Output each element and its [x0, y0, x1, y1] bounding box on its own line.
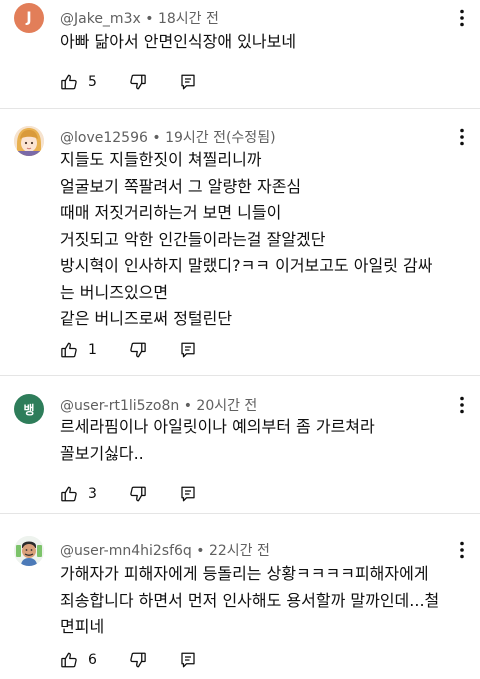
like-count: 6 — [88, 652, 97, 668]
reply-icon — [181, 74, 195, 90]
reply-icon — [181, 342, 195, 358]
comment-actions: 6 — [60, 648, 197, 672]
thumbs-down-icon — [130, 342, 146, 358]
comment-line: 지들도 지들한짓이 쳐찔리니까 — [60, 150, 262, 169]
like-button[interactable]: 1 — [60, 341, 97, 359]
thumbs-up-icon — [61, 342, 77, 358]
more-options-button[interactable] — [450, 125, 474, 149]
like-button[interactable]: 6 — [60, 651, 97, 669]
comment-line: 르세라핌이나 아일릿이나 예의부터 좀 가르쳐라 — [60, 417, 375, 436]
comment: J @Jake_m3x • 18시간 전 아빠 닮아서 안면인식장애 있나보네 … — [0, 0, 480, 108]
comment-line: 얼굴보기 쪽팔려서 그 알량한 자존심 — [60, 176, 302, 196]
thumbs-down-icon — [130, 486, 146, 502]
dislike-button[interactable] — [129, 341, 147, 359]
more-options-button[interactable] — [450, 6, 474, 30]
like-button[interactable]: 3 — [60, 485, 97, 503]
comment-line: 가해자가 피해자에게 등돌리는 상황ㅋㅋㅋㅋ피해자에게 — [60, 564, 429, 583]
comment-text: 지들도 지들한짓이 쳐찔리니까 얼굴보기 쪽팔려서 그 알량한 자존심 때매 저… — [60, 147, 460, 333]
dislike-button[interactable] — [129, 651, 147, 669]
comment-line: 면피네 — [60, 617, 105, 636]
comment-line: 는 버니즈있으면 — [60, 282, 169, 302]
comment-line: 꼴보기싫다.. — [60, 443, 144, 463]
avatar-letter: J — [26, 10, 32, 26]
reply-button[interactable] — [179, 73, 197, 91]
more-vert-icon — [460, 396, 464, 414]
comment-line: 거짓되고 악한 인간들이라는걸 잘알겠단 — [60, 229, 326, 249]
timestamp[interactable]: 19시간 전(수정됨) — [165, 130, 275, 146]
avatar-image — [14, 126, 44, 156]
more-vert-icon — [460, 128, 464, 146]
reply-icon — [181, 652, 195, 668]
comment-line: 방시혁이 인사하지 말랬디?ㅋㅋ 이거보고도 아일릿 감싸 — [60, 256, 433, 275]
avatar-image — [14, 536, 44, 566]
avatar[interactable]: J — [14, 3, 44, 33]
comment-meta: @user-rt1li5zo8n • 20시간 전 — [60, 395, 257, 415]
like-count: 3 — [88, 486, 97, 502]
thumbs-up-icon — [61, 652, 77, 668]
comment: @love12596 • 19시간 전(수정됨) 지들도 지들한짓이 쳐찔리니까… — [0, 109, 480, 375]
comment-text: 르세라핌이나 아일릿이나 예의부터 좀 가르쳐라 꼴보기싫다.. — [60, 414, 460, 467]
timestamp[interactable]: 22시간 전 — [209, 543, 270, 559]
comment-line: 아빠 닮아서 안면인식장애 있나보네 — [60, 32, 297, 51]
comment-line: 죄송합니다 하면서 먼저 인사해도 용서할까 말까인데...철 — [60, 590, 440, 610]
author-name[interactable]: @Jake_m3x — [60, 11, 141, 27]
comment-line: 같은 버니즈로써 정털린단 — [60, 309, 233, 328]
author-name[interactable]: @user-mn4hi2sf6q — [60, 543, 192, 559]
comment-text: 아빠 닮아서 안면인식장애 있나보네 — [60, 29, 460, 56]
meta-separator: • — [196, 543, 209, 559]
meta-separator: • — [183, 398, 197, 414]
meta-separator: • — [152, 130, 166, 146]
thumbs-up-icon — [61, 74, 77, 90]
comment: @user-mn4hi2sf6q • 22시간 전 가해자가 피해자에게 등돌리… — [0, 514, 480, 679]
reply-button[interactable] — [179, 341, 197, 359]
comment-actions: 5 — [60, 70, 197, 94]
like-button[interactable]: 5 — [60, 73, 97, 91]
comment: 뱅 @user-rt1li5zo8n • 20시간 전 르세라핌이나 아일릿이나… — [0, 376, 480, 513]
avatar[interactable] — [14, 126, 44, 156]
timestamp[interactable]: 18시간 전 — [158, 11, 219, 27]
avatar[interactable]: 뱅 — [14, 394, 44, 424]
comment-actions: 1 — [60, 338, 197, 362]
thumbs-up-icon — [61, 486, 77, 502]
author-name[interactable]: @user-rt1li5zo8n — [60, 398, 179, 414]
comment-meta: @love12596 • 19시간 전(수정됨) — [60, 127, 276, 147]
comment-meta: @user-mn4hi2sf6q • 22시간 전 — [60, 540, 270, 560]
avatar-letter: 뱅 — [23, 402, 35, 417]
dislike-button[interactable] — [129, 73, 147, 91]
timestamp[interactable]: 20시간 전 — [196, 398, 257, 414]
reply-icon — [181, 486, 195, 502]
comment-meta: @Jake_m3x • 18시간 전 — [60, 8, 219, 28]
avatar[interactable] — [14, 536, 44, 566]
comment-text: 가해자가 피해자에게 등돌리는 상황ㅋㅋㅋㅋ피해자에게 죄송합니다 하면서 먼저… — [60, 561, 460, 641]
comment-actions: 3 — [60, 482, 197, 506]
reply-button[interactable] — [179, 651, 197, 669]
more-vert-icon — [460, 541, 464, 559]
like-count: 5 — [88, 74, 97, 90]
more-vert-icon — [460, 9, 464, 27]
reply-button[interactable] — [179, 485, 197, 503]
thumbs-down-icon — [130, 74, 146, 90]
dislike-button[interactable] — [129, 485, 147, 503]
like-count: 1 — [88, 342, 97, 358]
comment-line: 때매 저짓거리하는거 보면 니들이 — [60, 203, 282, 222]
meta-separator: • — [145, 11, 158, 27]
comment-feed: J @Jake_m3x • 18시간 전 아빠 닮아서 안면인식장애 있나보네 … — [0, 0, 480, 679]
more-options-button[interactable] — [450, 393, 474, 417]
more-options-button[interactable] — [450, 538, 474, 562]
thumbs-down-icon — [130, 652, 146, 668]
author-name[interactable]: @love12596 — [60, 130, 148, 146]
